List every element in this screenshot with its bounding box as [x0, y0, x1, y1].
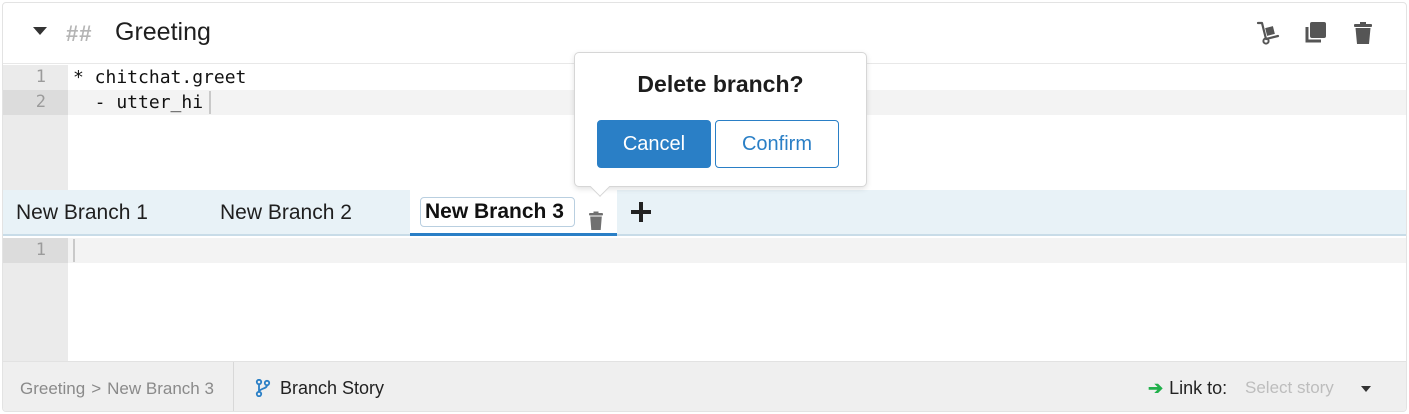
line-number: 1 — [3, 238, 68, 263]
heading-marker: ## — [66, 21, 93, 46]
trash-icon[interactable] — [587, 202, 605, 230]
plus-icon[interactable] — [628, 199, 654, 225]
delete-branch-popover: Delete branch? Cancel Confirm — [574, 52, 867, 187]
branch-code-editor[interactable]: 1 — [3, 238, 1406, 361]
cancel-button[interactable]: Cancel — [597, 120, 711, 168]
branch-name-input[interactable]: New Branch 3 — [420, 197, 575, 227]
branch-story-label: Branch Story — [280, 378, 385, 398]
copy-icon[interactable] — [1302, 20, 1328, 46]
breadcrumb-item[interactable]: Greeting — [20, 379, 85, 398]
arrow-right-icon: ➔ — [1148, 378, 1164, 398]
line-number: 1 — [35, 67, 46, 87]
code-text: * chitchat.greet — [73, 67, 247, 88]
select-story-dropdown[interactable]: Select story — [1245, 362, 1385, 411]
text-cursor — [73, 239, 75, 262]
trash-icon[interactable] — [1350, 20, 1376, 46]
code-line-active: 1 — [3, 238, 1406, 263]
code-text: - utter_hi — [73, 92, 204, 113]
chevron-down-icon — [1361, 386, 1371, 392]
dolly-icon[interactable] — [1255, 20, 1281, 46]
confirm-button[interactable]: Confirm — [715, 120, 839, 168]
breadcrumb-item[interactable]: New Branch 3 — [107, 379, 214, 398]
link-to: ➔ Link to: — [1148, 362, 1228, 411]
footer-divider — [233, 362, 234, 411]
text-cursor — [209, 91, 211, 114]
tab-label: New Branch 2 — [220, 201, 352, 224]
tab-new-branch-1[interactable]: New Branch 1 — [3, 190, 203, 236]
story-footer: Greeting > New Branch 3 Branch Story ➔ Link… — [3, 361, 1406, 411]
link-to-label: Link to: — [1169, 378, 1228, 398]
branch-story-button[interactable]: Branch Story — [253, 362, 385, 411]
branch-tabs: New Branch 1 New Branch 2 New Branch 3 — [3, 190, 1406, 236]
tab-new-branch-2[interactable]: New Branch 2 — [208, 190, 408, 236]
tab-label: New Branch 1 — [16, 201, 148, 224]
breadcrumb: Greeting > New Branch 3 — [20, 379, 220, 399]
select-story-placeholder: Select story — [1245, 378, 1334, 397]
story-title[interactable]: Greeting — [115, 18, 211, 47]
collapse-caret-icon[interactable] — [33, 27, 47, 35]
popover-title: Delete branch? — [637, 71, 804, 97]
tab-new-branch-3[interactable]: New Branch 3 — [410, 190, 617, 236]
branch-icon — [255, 379, 271, 397]
line-number: 2 — [3, 90, 68, 115]
breadcrumb-separator: > — [91, 379, 102, 398]
